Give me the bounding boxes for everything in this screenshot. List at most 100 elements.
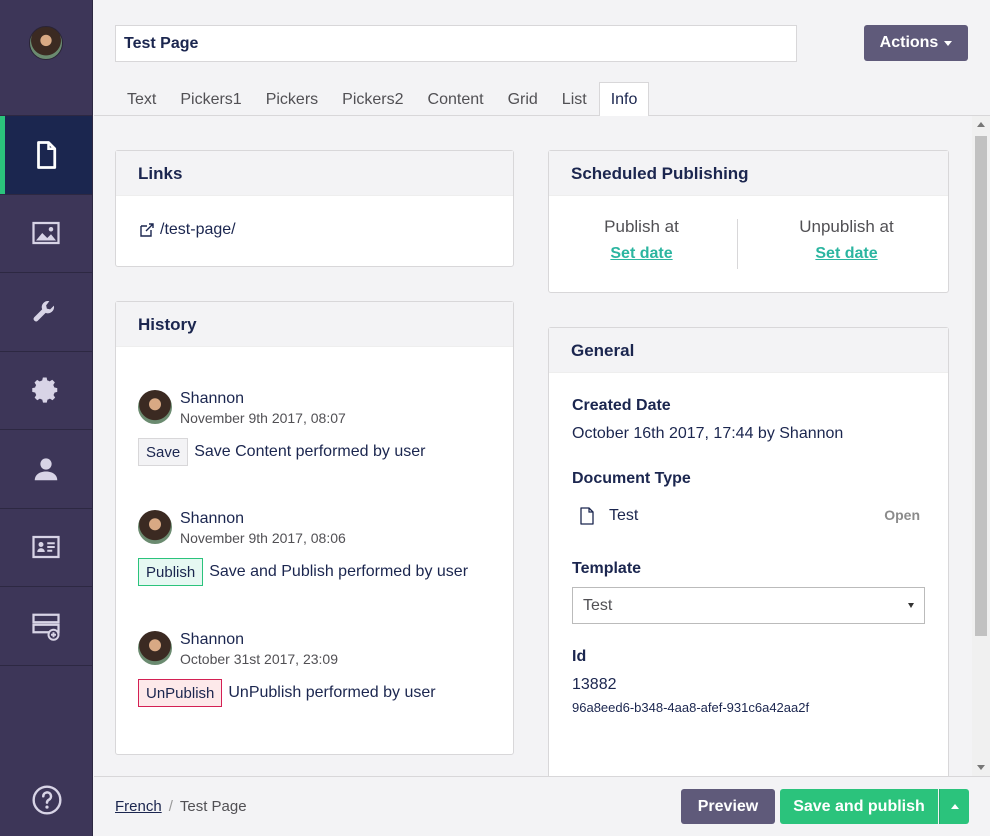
history-date: November 9th 2017, 08:06: [180, 530, 346, 546]
history-action: Publish Save and Publish performed by us…: [138, 558, 468, 586]
history-user: Shannon November 9th 2017, 08:06: [138, 510, 468, 548]
content-scrollbar[interactable]: [972, 116, 990, 776]
history-panel: History Shannon November 9th 2017, 08:07…: [115, 301, 514, 755]
status-badge-unpublish: UnPublish: [138, 679, 223, 707]
user-avatar[interactable]: [29, 26, 63, 60]
template-select[interactable]: Test: [572, 587, 925, 624]
image-icon: [32, 222, 60, 245]
document-type-value: Test: [579, 507, 638, 525]
unpublish-set-date-link[interactable]: Set date: [815, 245, 877, 263]
tab-text[interactable]: Text: [115, 82, 168, 116]
history-user: Shannon November 9th 2017, 08:07: [138, 390, 425, 428]
publish-set-date-link[interactable]: Set date: [610, 245, 672, 263]
page-url-link[interactable]: /test-page/: [140, 221, 236, 239]
chevron-down-icon: [908, 603, 914, 608]
general-panel: General Created Date October 16th 2017, …: [548, 327, 949, 776]
sidebar-item-developer[interactable]: [0, 352, 92, 430]
history-action: Save Save Content performed by user: [138, 438, 425, 466]
breadcrumb-separator: /: [168, 798, 173, 815]
caret-down-icon: [944, 40, 953, 46]
document-icon: [580, 507, 594, 525]
history-entry: Shannon November 9th 2017, 08:07 Save Sa…: [138, 390, 425, 466]
history-user-name: Shannon: [180, 510, 245, 527]
save-and-publish-button[interactable]: Save and publish: [780, 789, 938, 824]
scroll-down-icon[interactable]: [977, 765, 985, 770]
links-panel: Links /test-page/: [115, 150, 514, 267]
user-avatar-area: [0, 0, 92, 116]
document-icon: [37, 140, 57, 169]
open-document-type-link[interactable]: Open: [884, 507, 920, 523]
history-entry: Shannon November 9th 2017, 08:06 Publish…: [138, 510, 468, 586]
publish-at-column: Publish at Set date: [549, 217, 734, 263]
scheduled-title: Scheduled Publishing: [549, 151, 948, 196]
scroll-thumb[interactable]: [975, 136, 987, 636]
history-action-text: Save and Publish performed by user: [209, 563, 469, 580]
history-entry: Shannon October 31st 2017, 23:09 UnPubli…: [138, 631, 436, 707]
document-type-name: Test: [609, 507, 639, 524]
avatar: [138, 631, 172, 665]
sidebar-item-content[interactable]: [0, 116, 92, 195]
history-title: History: [116, 302, 513, 347]
form-add-icon: [32, 613, 60, 641]
actions-button[interactable]: Actions: [864, 25, 968, 61]
wrench-icon: [33, 300, 55, 322]
history-date: October 31st 2017, 23:09: [180, 651, 338, 667]
user-icon: [34, 458, 58, 480]
tab-list[interactable]: List: [550, 82, 599, 116]
created-date-label: Created Date: [572, 397, 671, 414]
editor-footer: French / Test Page Preview Save and publ…: [94, 776, 990, 836]
breadcrumb-item-current: Test Page: [179, 798, 247, 815]
tab-pickers[interactable]: Pickers: [254, 82, 330, 116]
preview-button[interactable]: Preview: [681, 789, 775, 824]
general-title: General: [549, 328, 948, 373]
history-action-text: Save Content performed by user: [194, 443, 426, 460]
id-card-icon: [32, 536, 60, 559]
tab-info[interactable]: Info: [598, 82, 650, 116]
id-value: 13882: [572, 676, 617, 693]
id-label: Id: [572, 648, 587, 665]
sidebar-item-forms[interactable]: [0, 587, 92, 666]
publish-at-label: Publish at: [604, 217, 679, 236]
help-icon: [31, 785, 62, 815]
page-name-input[interactable]: [115, 25, 797, 62]
sidebar-item-media[interactable]: [0, 195, 92, 273]
content-tabs: Text Pickers1 Pickers Pickers2 Content G…: [115, 82, 650, 116]
sidebar-item-members[interactable]: [0, 509, 92, 587]
unpublish-at-column: Unpublish at Set date: [754, 217, 939, 263]
status-badge-publish: Publish: [138, 558, 204, 586]
unpublish-at-label: Unpublish at: [799, 217, 894, 236]
help-button[interactable]: [0, 784, 93, 816]
breadcrumb: French / Test Page: [115, 798, 247, 815]
actions-label: Actions: [879, 34, 939, 51]
sidebar-item-settings[interactable]: [0, 273, 92, 352]
sidebar: [0, 0, 93, 836]
guid-value: 96a8eed6-b348-4aa8-afef-931c6a42aa2f: [572, 700, 810, 715]
page-url-text: /test-page/: [160, 221, 236, 238]
scheduled-publishing-panel: Scheduled Publishing Publish at Set date…: [548, 150, 949, 293]
caret-up-icon: [950, 804, 959, 809]
template-selected-value: Test: [583, 597, 613, 614]
history-user: Shannon October 31st 2017, 23:09: [138, 631, 436, 669]
tab-pickers2[interactable]: Pickers2: [330, 82, 415, 116]
info-content: Links /test-page/ History Shannon Novemb…: [94, 116, 972, 776]
created-date-value: October 16th 2017, 17:44 by Shannon: [572, 425, 844, 442]
tab-content[interactable]: Content: [416, 82, 496, 116]
history-action: UnPublish UnPublish performed by user: [138, 679, 436, 707]
links-title: Links: [116, 151, 513, 196]
breadcrumb-item-french[interactable]: French: [115, 798, 162, 815]
template-label: Template: [572, 560, 642, 577]
external-link-icon: [140, 223, 154, 237]
sidebar-item-users[interactable]: [0, 430, 92, 509]
history-user-name: Shannon: [180, 390, 245, 407]
avatar: [138, 390, 172, 424]
gear-icon: [32, 377, 58, 403]
avatar: [138, 510, 172, 544]
document-type-label: Document Type: [572, 470, 691, 487]
save-options-button[interactable]: [939, 789, 969, 824]
history-action-text: UnPublish performed by user: [228, 684, 436, 701]
scroll-up-icon[interactable]: [977, 122, 985, 127]
editor-header: Actions Text Pickers1 Pickers Pickers2 C…: [94, 0, 990, 116]
divider: [737, 219, 738, 269]
tab-pickers1[interactable]: Pickers1: [168, 82, 253, 116]
tab-grid[interactable]: Grid: [496, 82, 550, 116]
